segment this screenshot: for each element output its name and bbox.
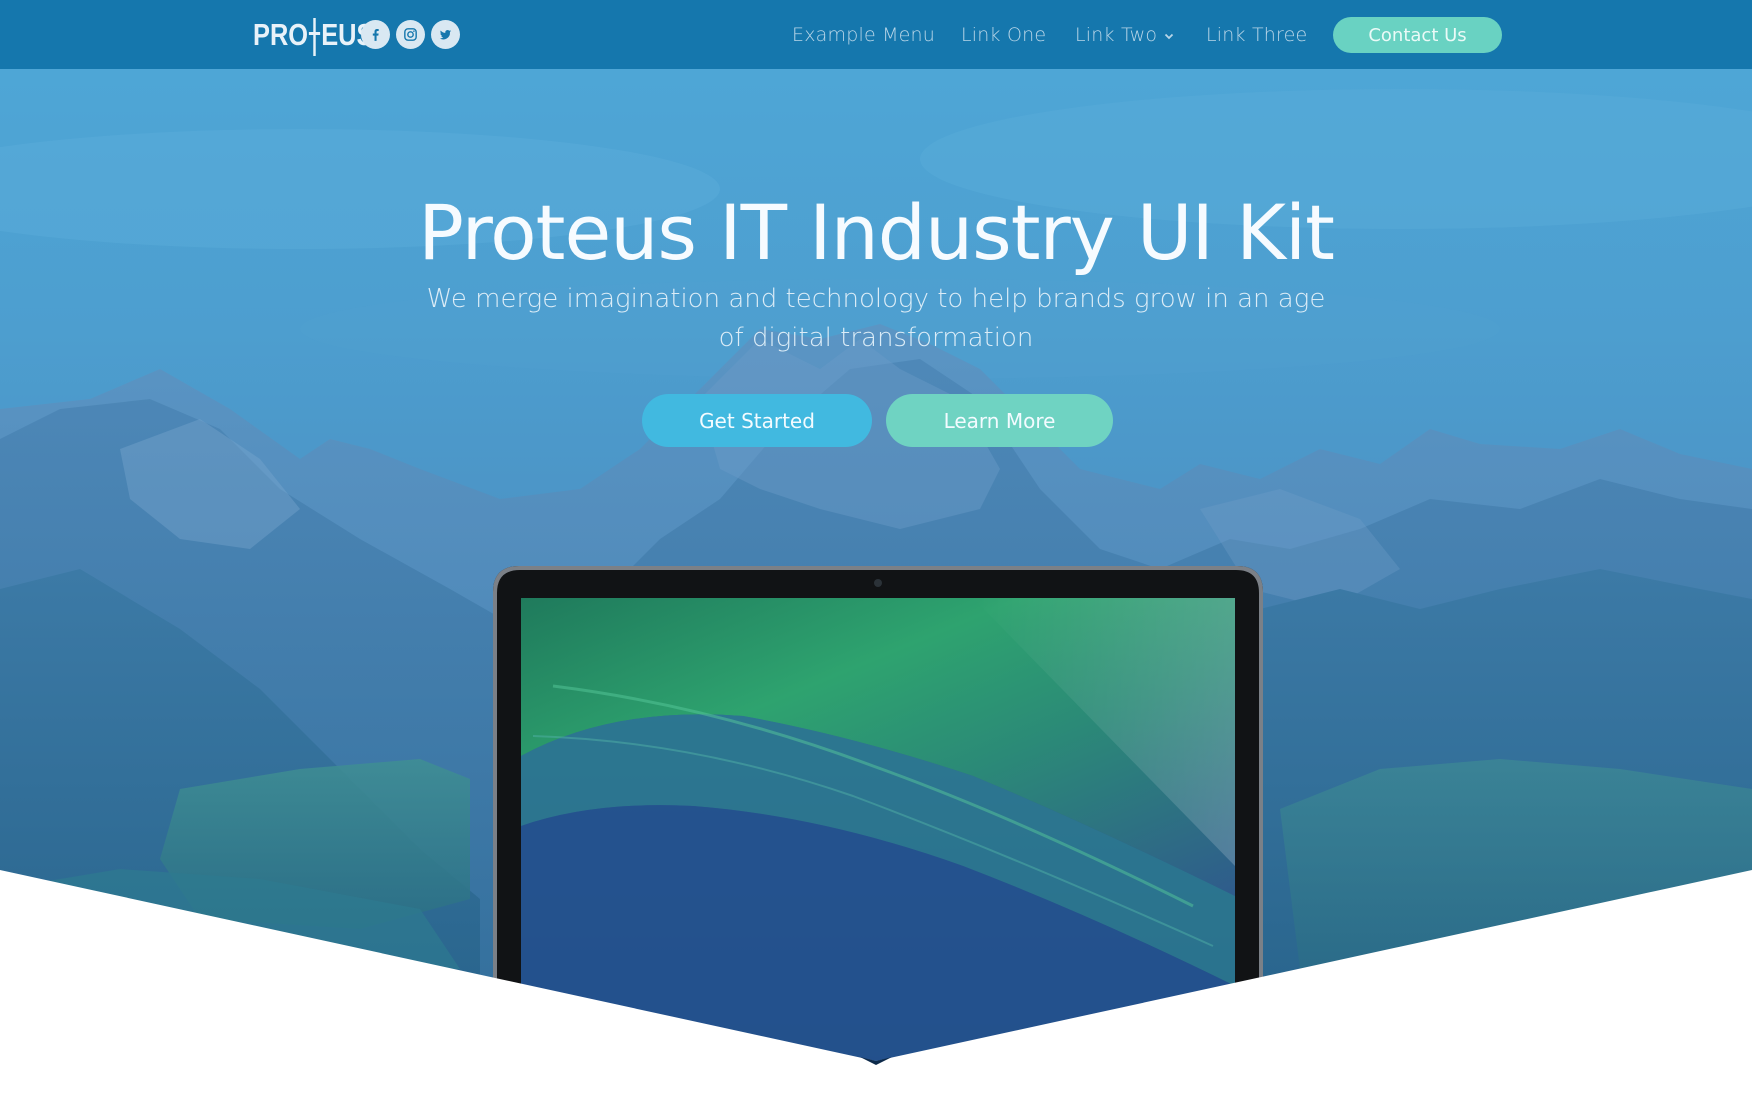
navbar: PRO EUS Example Menu Link One Link Two Li… <box>0 0 1752 69</box>
nav-item-link-two[interactable]: Link Two <box>1075 22 1175 48</box>
contact-us-button[interactable]: Contact Us <box>1333 17 1502 53</box>
nav-item-example-menu[interactable]: Example Menu <box>792 22 935 48</box>
get-started-button[interactable]: Get Started <box>642 394 872 447</box>
hero-subtitle: We merge imagination and technology to h… <box>426 284 1326 353</box>
nav-item-link-one[interactable]: Link One <box>961 22 1046 48</box>
hero-section: Proteus IT Industry UI Kit We merge imag… <box>0 69 1752 1120</box>
nav-item-link-three[interactable]: Link Three <box>1206 22 1307 48</box>
laptop-mockup-image <box>493 566 1263 1120</box>
learn-more-button[interactable]: Learn More <box>886 394 1113 447</box>
chevron-down-icon <box>1165 33 1174 40</box>
nav-item-link-two-label: Link Two <box>1075 24 1158 46</box>
hero-title: Proteus IT Industry UI Kit <box>418 188 1335 277</box>
hero-content: Proteus IT Industry UI Kit We merge imag… <box>0 69 1752 1120</box>
